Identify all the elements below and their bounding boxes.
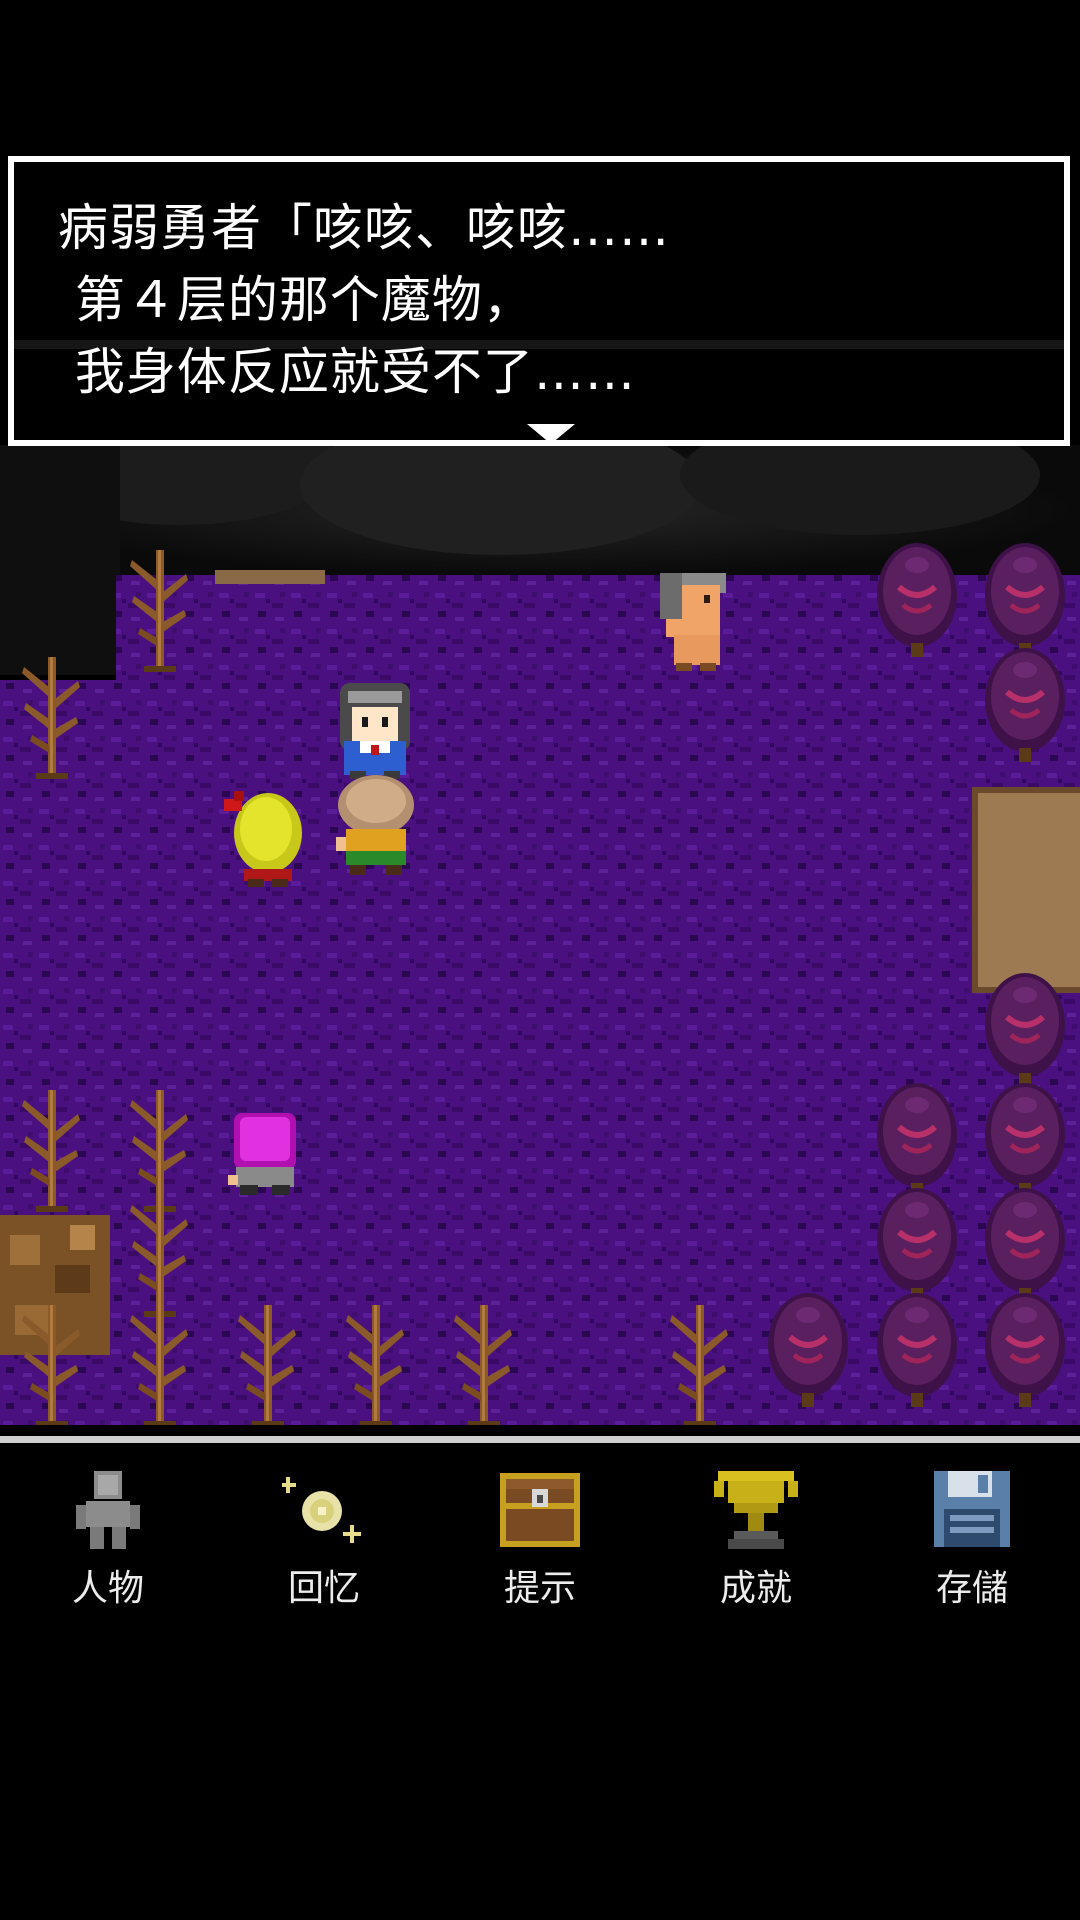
game-map[interactable] bbox=[0, 445, 1080, 1435]
menu-item-character[interactable]: 人物 bbox=[0, 1467, 216, 1647]
dialog-line-3: 我身体反应就受不了…… bbox=[58, 343, 636, 401]
menu-label-achievements: 成就 bbox=[719, 1568, 792, 1609]
pink-hair-girl-npc bbox=[228, 1113, 296, 1195]
menu-label-memories: 回忆 bbox=[287, 1568, 360, 1609]
menu-label-hints: 提示 bbox=[503, 1568, 576, 1609]
menu-item-achievements[interactable]: 成就 bbox=[648, 1467, 864, 1647]
dirt-patch bbox=[972, 787, 1080, 993]
character-silhouette-icon bbox=[66, 1467, 150, 1551]
treasure-chest-icon bbox=[498, 1467, 582, 1551]
gold-trophy-icon bbox=[714, 1467, 798, 1551]
menu-item-memories[interactable]: 回忆 bbox=[216, 1467, 432, 1647]
dialog-line-2: 第４层的那个魔物， bbox=[58, 271, 534, 329]
bottom-menu: 人物 回忆 提示 成就 存儲 bbox=[0, 1436, 1080, 1920]
dialog-line-1: 病弱勇者「咳咳、咳咳…… bbox=[58, 199, 670, 257]
menu-label-character: 人物 bbox=[71, 1568, 144, 1609]
dialog-text: 病弱勇者「咳咳、咳咳…… 第４层的那个魔物， 我身体反应就受不了…… bbox=[58, 192, 1038, 408]
gray-hair-girl-npc bbox=[340, 683, 410, 779]
dialog-box[interactable]: 病弱勇者「咳咳、咳咳…… 第４层的那个魔物， 我身体反应就受不了…… bbox=[8, 156, 1070, 446]
floppy-disk-save-icon bbox=[930, 1467, 1014, 1551]
menu-item-hints[interactable]: 提示 bbox=[432, 1467, 648, 1647]
menu-label-save: 存儲 bbox=[935, 1568, 1008, 1609]
sparkle-memory-icon bbox=[282, 1467, 366, 1551]
dialog-advance-arrow-icon[interactable] bbox=[527, 424, 575, 444]
menu-item-save[interactable]: 存儲 bbox=[864, 1467, 1080, 1647]
boy-player-character bbox=[336, 775, 414, 875]
